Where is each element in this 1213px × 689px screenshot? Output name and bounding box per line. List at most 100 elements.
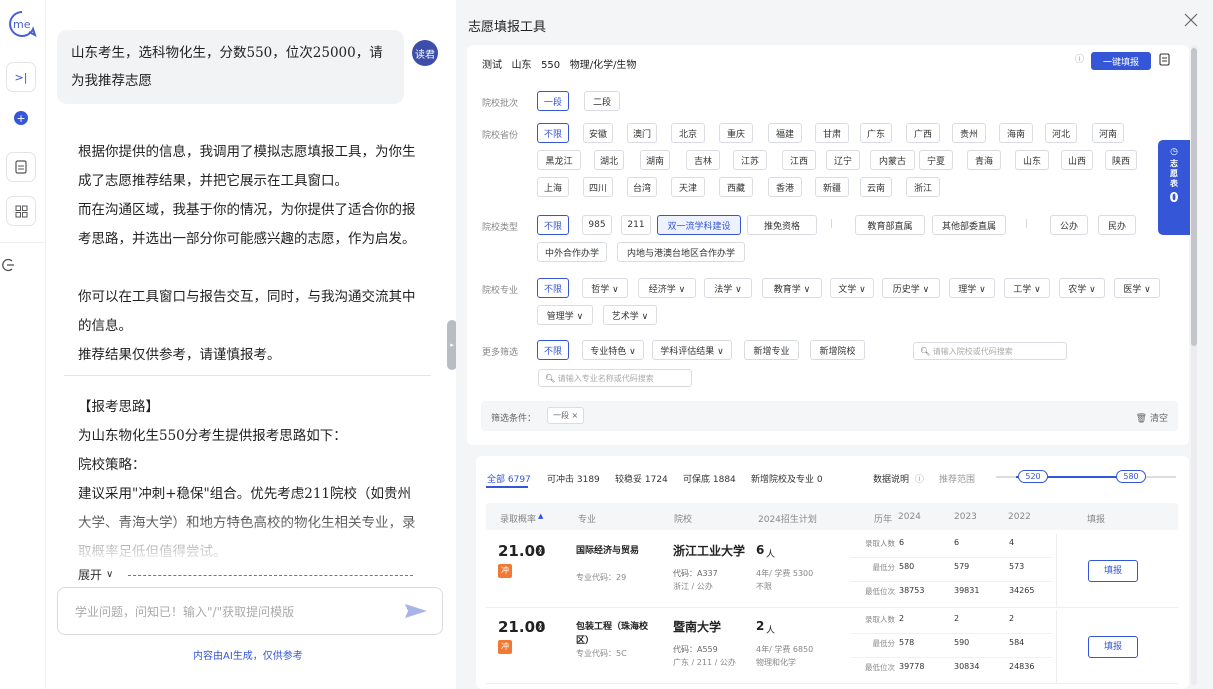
filter-chip-provinces[interactable]: 台湾: [627, 177, 657, 197]
send-icon[interactable]: [404, 602, 428, 620]
filter-chip-majors[interactable]: 工学 ∨: [1004, 278, 1050, 298]
filter-chip-more[interactable]: 专业特色 ∨: [582, 340, 644, 360]
export-icon[interactable]: [1159, 53, 1171, 67]
filter-chip-provinces[interactable]: 河南: [1092, 123, 1124, 143]
filter-chip-majors[interactable]: 教育学 ∨: [762, 278, 822, 298]
filter-chip-provinces[interactable]: 广西: [906, 123, 940, 143]
filter-chip-types[interactable]: 推免资格: [747, 215, 817, 235]
filter-chip-provinces[interactable]: 广东: [860, 123, 892, 143]
filter-chip-types[interactable]: 211: [621, 215, 651, 235]
filter-chip-types[interactable]: 双一流学科建设: [657, 215, 741, 235]
filter-chip-provinces[interactable]: 山东: [1015, 150, 1049, 170]
close-button[interactable]: [1184, 12, 1204, 32]
filter-chip-more[interactable]: 新增院校: [810, 340, 865, 360]
filter-chip-provinces[interactable]: 西藏: [719, 177, 753, 197]
filter-chip-majors[interactable]: 不限: [537, 278, 569, 298]
filter-chip-majors[interactable]: 法学 ∨: [704, 278, 752, 298]
filter-chip-provinces[interactable]: 湖南: [640, 150, 670, 170]
filter-chip-provinces[interactable]: 新疆: [815, 177, 849, 197]
result-tab[interactable]: 全部 6797: [487, 472, 531, 485]
filter-chip-batch[interactable]: 一段: [537, 91, 569, 111]
fill-button[interactable]: 填报: [1088, 636, 1138, 658]
filter-chip-provinces[interactable]: 内蒙古: [870, 150, 915, 170]
filter-chip-majors[interactable]: 经济学 ∨: [638, 278, 696, 298]
collapse-sidebar-button[interactable]: >|: [6, 62, 36, 92]
filter-chip-provinces[interactable]: 湖北: [594, 150, 624, 170]
filter-chip-provinces[interactable]: 河北: [1045, 123, 1077, 143]
data-note[interactable]: 数据说明 ⓘ: [873, 472, 924, 485]
filter-chip-majors[interactable]: 理学 ∨: [949, 278, 995, 298]
filter-chip-provinces[interactable]: 不限: [537, 123, 569, 143]
filter-chip-provinces[interactable]: 云南: [860, 177, 892, 197]
filter-chip-provinces[interactable]: 天津: [671, 177, 705, 197]
filter-chip-types[interactable]: 985: [582, 215, 612, 235]
app-logo[interactable]: me: [6, 10, 38, 38]
scrollbar-thumb[interactable]: [1191, 48, 1197, 346]
filter-chip-more[interactable]: 新增专业: [744, 340, 799, 360]
filter-chip-provinces[interactable]: 香港: [768, 177, 802, 197]
filter-chip-provinces[interactable]: 四川: [583, 177, 613, 197]
filter-chip-majors[interactable]: 农学 ∨: [1059, 278, 1105, 298]
filter-chip-provinces[interactable]: 安徽: [583, 123, 613, 143]
new-chat-button[interactable]: +: [6, 103, 36, 133]
filter-chip-provinces[interactable]: 福建: [768, 123, 802, 143]
apps-button[interactable]: [6, 196, 36, 226]
major-search-input[interactable]: 🔍︎ 请输入专业名称或代码搜索: [538, 369, 692, 387]
filter-chip-majors[interactable]: 艺术学 ∨: [603, 305, 657, 325]
clear-conditions-button[interactable]: 🗑︎ 清空: [1136, 411, 1168, 424]
filter-chip-types[interactable]: 民办: [1098, 215, 1136, 235]
filter-chip-provinces[interactable]: 宁夏: [919, 150, 953, 170]
result-tab[interactable]: 新增院校及专业 0: [751, 472, 823, 485]
filter-chip-provinces[interactable]: 甘肃: [815, 123, 849, 143]
filter-chip-provinces[interactable]: 吉林: [686, 150, 720, 170]
filter-chip-types[interactable]: 其他部委直属: [932, 215, 1006, 235]
filter-chip-provinces[interactable]: 黑龙江: [537, 150, 581, 170]
filter-chip-types[interactable]: 教育部直属: [855, 215, 925, 235]
result-tab[interactable]: 可保底 1884: [683, 472, 736, 485]
chat-input[interactable]: 学业问题，问知已！输入"/"获取提问模版: [75, 603, 294, 620]
info-icon[interactable]: ⓘ: [1075, 52, 1084, 65]
wishlist-side-tab[interactable]: ◷ 志愿表 0: [1158, 140, 1190, 235]
slider-low-handle[interactable]: 520: [1018, 470, 1048, 483]
filter-chip-more[interactable]: 学科评估结果 ∨: [652, 340, 732, 360]
filter-chip-provinces[interactable]: 江苏: [733, 150, 767, 170]
filter-chip-provinces[interactable]: 青海: [967, 150, 1001, 170]
filter-chip-majors[interactable]: 医学 ∨: [1114, 278, 1160, 298]
filter-chip-majors[interactable]: 文学 ∨: [830, 278, 874, 298]
fill-button[interactable]: 填报: [1088, 560, 1138, 582]
slider-high-handle[interactable]: 580: [1116, 470, 1146, 483]
filter-chip-provinces[interactable]: 辽宁: [826, 150, 860, 170]
filter-chip-provinces[interactable]: 北京: [671, 123, 705, 143]
filter-chip-provinces[interactable]: 海南: [999, 123, 1033, 143]
filter-chip-majors[interactable]: 历史学 ∨: [882, 278, 940, 298]
filter-chip-majors[interactable]: 管理学 ∨: [537, 305, 593, 325]
school-search-input[interactable]: 🔍︎ 请输入院校或代码搜索: [913, 342, 1067, 360]
filter-chip-provinces[interactable]: 山西: [1061, 150, 1093, 170]
documents-button[interactable]: [6, 152, 36, 182]
filter-chip-batch[interactable]: 二段: [584, 91, 620, 111]
logout-button[interactable]: [1, 257, 19, 275]
strategy-title: 【报考思路】: [78, 399, 159, 415]
filter-chip-provinces[interactable]: 陕西: [1105, 150, 1137, 170]
condition-tag[interactable]: 一段 ×: [547, 407, 585, 424]
result-tab[interactable]: 较稳妥 1724: [615, 472, 668, 485]
filter-chip-provinces[interactable]: 重庆: [719, 123, 753, 143]
filter-chip-provinces[interactable]: 浙江: [906, 177, 940, 197]
column-header[interactable]: 录取概率: [500, 512, 536, 525]
range-slider[interactable]: 520 580: [996, 470, 1176, 484]
filter-chip-provinces[interactable]: 贵州: [952, 123, 986, 143]
expand-button[interactable]: 展开 ∨: [78, 566, 113, 583]
filter-chip-more[interactable]: 不限: [537, 340, 569, 360]
result-tab[interactable]: 可冲击 3189: [547, 472, 600, 485]
filter-chip-majors[interactable]: 哲学 ∨: [582, 278, 628, 298]
sort-icon[interactable]: ▲: [538, 512, 543, 520]
one-click-fill-button[interactable]: 一键填报: [1091, 52, 1151, 70]
filter-chip-types[interactable]: 中外合作办学: [537, 242, 607, 262]
filter-chip-provinces[interactable]: 上海: [537, 177, 569, 197]
filter-chip-provinces[interactable]: 江西: [782, 150, 816, 170]
filter-chip-types[interactable]: 公办: [1050, 215, 1088, 235]
filter-chip-provinces[interactable]: 澳门: [627, 123, 657, 143]
chat-input-box[interactable]: 学业问题，问知已！输入"/"获取提问模版: [57, 587, 443, 635]
filter-chip-types[interactable]: 不限: [537, 215, 569, 235]
filter-chip-types[interactable]: 内地与港澳台地区合作办学: [617, 242, 745, 262]
